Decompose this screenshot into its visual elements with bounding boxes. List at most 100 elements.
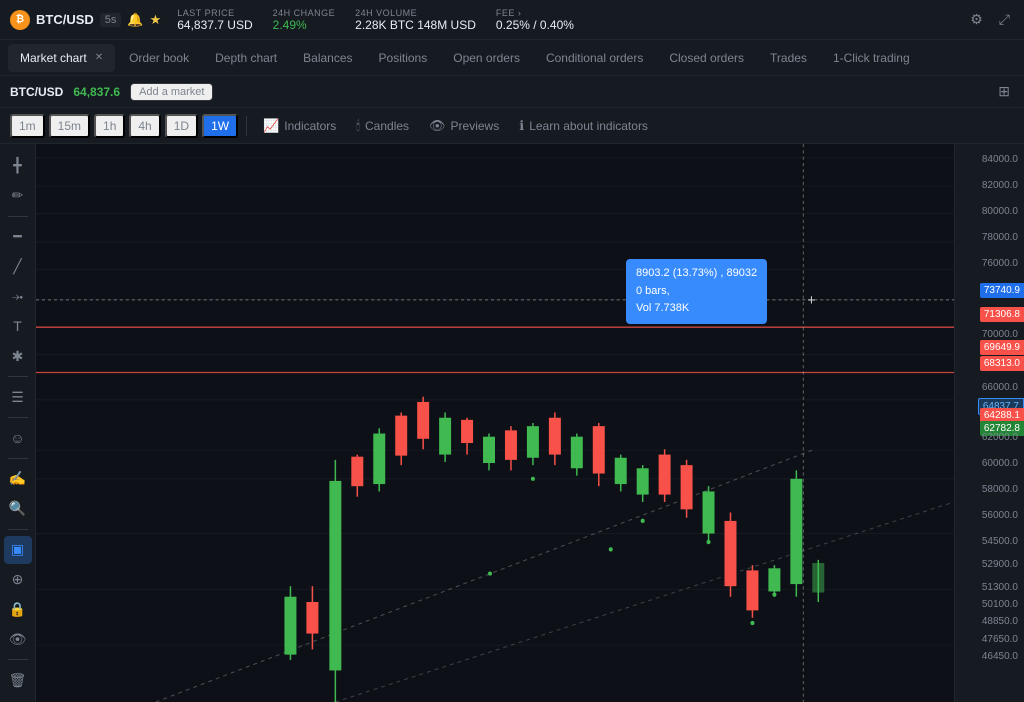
tool-sep-1 [8,216,28,217]
tool-sep-5 [8,529,28,530]
left-tools: ╋ ✏ ━ ╱ ⤞ T ✱ ☰ ☺ ✍ 🔍 ▣ ⊕ 🔒 👁 🗑 [0,144,36,702]
trend-line-tool[interactable]: ╱ [4,253,32,281]
tab-trades[interactable]: Trades [758,44,819,72]
tab-order-book[interactable]: Order book [117,44,201,72]
tab-one-click[interactable]: 1-Click trading [821,44,922,72]
ray-tool[interactable]: ⤞ [4,283,32,311]
measure-tool[interactable]: ✱ [4,342,32,370]
chart-svg: + [36,144,954,702]
zoom-tool[interactable]: 🔍 [4,495,32,523]
price-54500: 54500.0 [982,536,1024,547]
tab-market-chart[interactable]: Market chart ✕ [8,44,115,72]
last-price-label: LAST PRICE [177,8,252,18]
price-level-71306: 71306.8 [980,307,1024,322]
settings-icon[interactable]: ⚙ [966,7,987,32]
fullscreen-icon[interactable]: ⤢ [995,7,1014,32]
tab-open-orders[interactable]: Open orders [441,44,532,72]
learn-label: Learn about indicators [529,119,648,133]
marker-tool[interactable]: ✍ [4,465,32,493]
indicators-tool[interactable]: 📈 Indicators [255,115,344,137]
tf-1w[interactable]: 1W [202,114,238,138]
pen-tool[interactable]: ✏ [4,182,32,210]
price-47650: 47650.0 [982,634,1024,645]
symbol-label: BTC/USD [10,85,63,99]
tf-15m[interactable]: 15m [49,114,90,138]
bell-icon[interactable]: 🔔 [127,12,143,28]
change-value: 2.49% [273,18,336,32]
price-52900: 52900.0 [982,559,1024,570]
tf-1d[interactable]: 1D [165,114,198,138]
magnet-tool[interactable]: ⊕ [4,566,32,594]
tabs-bar: Market chart ✕ Order book Depth chart Ba… [0,40,1024,76]
price-46450: 46450.0 [982,651,1024,662]
previews-label: Previews [451,119,500,133]
tab-depth-chart-label: Depth chart [215,51,277,65]
price-78000: 78000.0 [982,232,1024,243]
timeframe-badge[interactable]: 5s [100,13,122,27]
tab-open-orders-label: Open orders [453,51,520,65]
tab-balances-label: Balances [303,51,352,65]
symbol-bar: BTC/USD 64,837.6 Add a market ⊞ [0,76,1024,108]
pair-name[interactable]: BTC/USD [36,12,94,27]
change-label: 24H CHANGE [273,8,336,18]
tab-one-click-label: 1-Click trading [833,51,910,65]
learn-tool[interactable]: ℹ Learn about indicators [511,115,656,137]
last-price-value: 64,837.7 USD [177,18,252,32]
tool-sep-4 [8,458,28,459]
tab-depth-chart[interactable]: Depth chart [203,44,289,72]
indicators-icon: 📈 [263,118,279,134]
tool-sep-2 [8,376,28,377]
tab-closed-orders[interactable]: Closed orders [657,44,756,72]
tab-trades-label: Trades [770,51,807,65]
indicators-label: Indicators [284,119,336,133]
svg-text:+: + [807,293,815,309]
market-stats: LAST PRICE 64,837.7 USD 24H CHANGE 2.49%… [177,8,574,32]
tab-close-icon[interactable]: ✕ [95,52,103,63]
tf-1m[interactable]: 1m [10,114,45,138]
toolbar-divider-1 [246,116,247,136]
price-66000: 66000.0 [982,382,1024,393]
tab-balances[interactable]: Balances [291,44,364,72]
eye-tool[interactable]: 👁 [4,625,32,653]
price-56000: 56000.0 [982,510,1024,521]
lock-tool[interactable]: 🔒 [4,595,32,623]
tool-sep-6 [8,659,28,660]
fee-value: 0.25% / 0.40% [496,18,574,32]
grid-layout-icon[interactable]: ⊞ [994,79,1014,104]
price-level-69649: 69649.9 [980,340,1024,355]
last-price-stat: LAST PRICE 64,837.7 USD [177,8,252,32]
cursor-tool[interactable]: ╋ [4,152,32,180]
delete-tool[interactable]: 🗑 [4,666,32,694]
candles-icon: 🕯 [356,118,360,134]
price-80000: 80000.0 [982,206,1024,217]
price-84000: 84000.0 [982,154,1024,165]
candles-tool[interactable]: 🕯 Candles [348,115,417,137]
tab-closed-orders-label: Closed orders [669,51,744,65]
text-tool[interactable]: T [4,312,32,340]
add-market-button[interactable]: Add a market [130,83,213,101]
tf-1h[interactable]: 1h [94,114,125,138]
change-stat: 24H CHANGE 2.49% [273,8,336,32]
candles-label: Candles [365,119,409,133]
tab-positions[interactable]: Positions [367,44,440,72]
symbol-bar-right: ⊞ [994,79,1014,104]
horizontal-line-tool[interactable]: ━ [4,223,32,251]
emoji-tool[interactable]: ☺ [4,424,32,452]
previews-tool[interactable]: 👁 Previews [421,115,507,137]
active-tool[interactable]: ▣ [4,536,32,564]
pair-info: ₿ BTC/USD 5s 🔔 ★ [10,10,161,30]
previews-icon: 👁 [429,118,446,134]
volume-value: 2.28K BTC 148M USD [355,18,476,32]
top-bar: ₿ BTC/USD 5s 🔔 ★ LAST PRICE 64,837.7 USD… [0,0,1024,40]
price-50100: 50100.0 [982,599,1024,610]
star-icon[interactable]: ★ [150,12,162,28]
chart-area[interactable]: + 8903.2 (13.73%) , 89032 0 bars, Vol 7.… [36,144,954,702]
volume-label: 24H VOLUME [355,8,476,18]
tab-conditional-orders-label: Conditional orders [546,51,643,65]
btc-icon: ₿ [10,10,30,30]
price-76000: 76000.0 [982,258,1024,269]
multi-line-tool[interactable]: ☰ [4,383,32,411]
tab-conditional-orders[interactable]: Conditional orders [534,44,655,72]
tf-4h[interactable]: 4h [129,114,160,138]
fee-stat[interactable]: FEE › 0.25% / 0.40% [496,8,574,32]
